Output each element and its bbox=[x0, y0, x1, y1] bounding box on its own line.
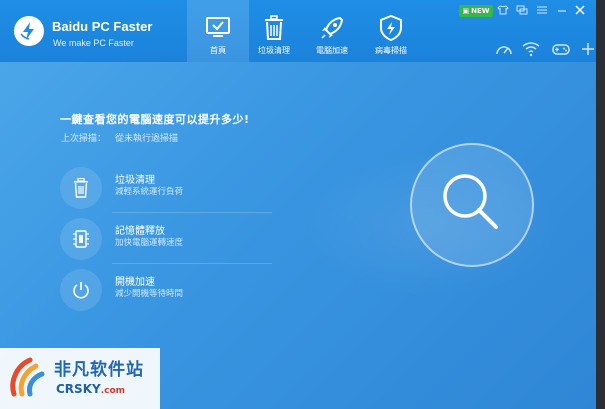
memory-chip-icon bbox=[60, 218, 102, 260]
watermark-subtext: CRSKY.com bbox=[56, 382, 125, 396]
site-watermark: 非凡软件站 CRSKY.com bbox=[0, 348, 160, 409]
monitor-check-icon bbox=[204, 14, 232, 42]
tab-virus-scan[interactable]: 病毒掃描 bbox=[360, 0, 422, 62]
feature-boot-speedup[interactable]: 開機加速 減少開機等待時間 bbox=[60, 269, 270, 315]
feature-memory-release[interactable]: 記憶體釋放 加快電腦運轉速度 bbox=[60, 218, 272, 264]
watermark-domain: .com bbox=[100, 386, 126, 396]
trash-icon bbox=[260, 14, 288, 42]
feature-title: 垃圾清理 bbox=[115, 175, 155, 186]
tab-junk-clean[interactable]: 垃圾清理 bbox=[243, 0, 305, 62]
rocket-icon bbox=[318, 14, 346, 42]
feature-description: 加快電腦運轉速度 bbox=[115, 238, 184, 248]
feature-title: 記憶體釋放 bbox=[115, 226, 165, 237]
divider bbox=[112, 212, 272, 213]
app-window: Baidu PC Faster We make PC Faster 首頁 垃圾清… bbox=[0, 0, 605, 409]
speedometer-icon[interactable] bbox=[493, 38, 515, 60]
new-badge-label: NEW bbox=[471, 7, 490, 15]
app-title: Baidu PC Faster bbox=[52, 19, 153, 34]
last-scan-value: 從未執行過掃描 bbox=[115, 134, 179, 144]
tab-label: 病毒掃描 bbox=[375, 46, 407, 55]
tab-label: 垃圾清理 bbox=[258, 46, 290, 55]
crsky-logo-icon bbox=[6, 354, 52, 402]
watermark-text: 非凡软件站 bbox=[54, 360, 144, 380]
page-headline: 一鍵查看您的電腦速度可以提升多少! bbox=[60, 113, 250, 126]
feature-junk-clean[interactable]: 垃圾清理 減輕系統運行負荷 bbox=[60, 167, 272, 213]
trash-icon bbox=[60, 167, 102, 209]
last-scan-label: 上次掃描： bbox=[61, 134, 107, 144]
header-bar: Baidu PC Faster We make PC Faster 首頁 垃圾清… bbox=[0, 0, 605, 62]
scan-button[interactable] bbox=[410, 143, 534, 267]
tab-pc-speedup[interactable]: 電腦加速 bbox=[301, 0, 363, 62]
feedback-icon[interactable] bbox=[514, 3, 530, 17]
tab-label: 電腦加速 bbox=[316, 46, 348, 55]
feature-description: 減輕系統運行負荷 bbox=[115, 187, 184, 197]
app-logo-icon bbox=[14, 16, 44, 46]
feature-description: 減少開機等待時間 bbox=[115, 289, 184, 299]
menu-icon[interactable] bbox=[534, 3, 550, 17]
app-subtitle: We make PC Faster bbox=[53, 38, 134, 48]
skin-shirt-icon[interactable] bbox=[495, 3, 511, 17]
window-edge bbox=[596, 0, 605, 409]
gamepad-icon[interactable] bbox=[550, 38, 572, 60]
search-icon bbox=[432, 163, 512, 247]
wifi-icon[interactable] bbox=[520, 38, 542, 60]
new-badge[interactable]: ▣ NEW bbox=[459, 5, 493, 17]
feature-title: 開機加速 bbox=[115, 277, 155, 288]
power-icon bbox=[60, 269, 102, 311]
close-icon[interactable] bbox=[572, 3, 588, 17]
tab-label: 首頁 bbox=[210, 46, 226, 55]
divider bbox=[112, 263, 272, 264]
shirt-icon: ▣ bbox=[462, 7, 470, 15]
tab-home[interactable]: 首頁 bbox=[187, 0, 249, 62]
shield-bolt-icon bbox=[377, 14, 405, 42]
minimize-icon[interactable] bbox=[554, 3, 570, 17]
watermark-sub: CRSKY bbox=[56, 382, 101, 396]
